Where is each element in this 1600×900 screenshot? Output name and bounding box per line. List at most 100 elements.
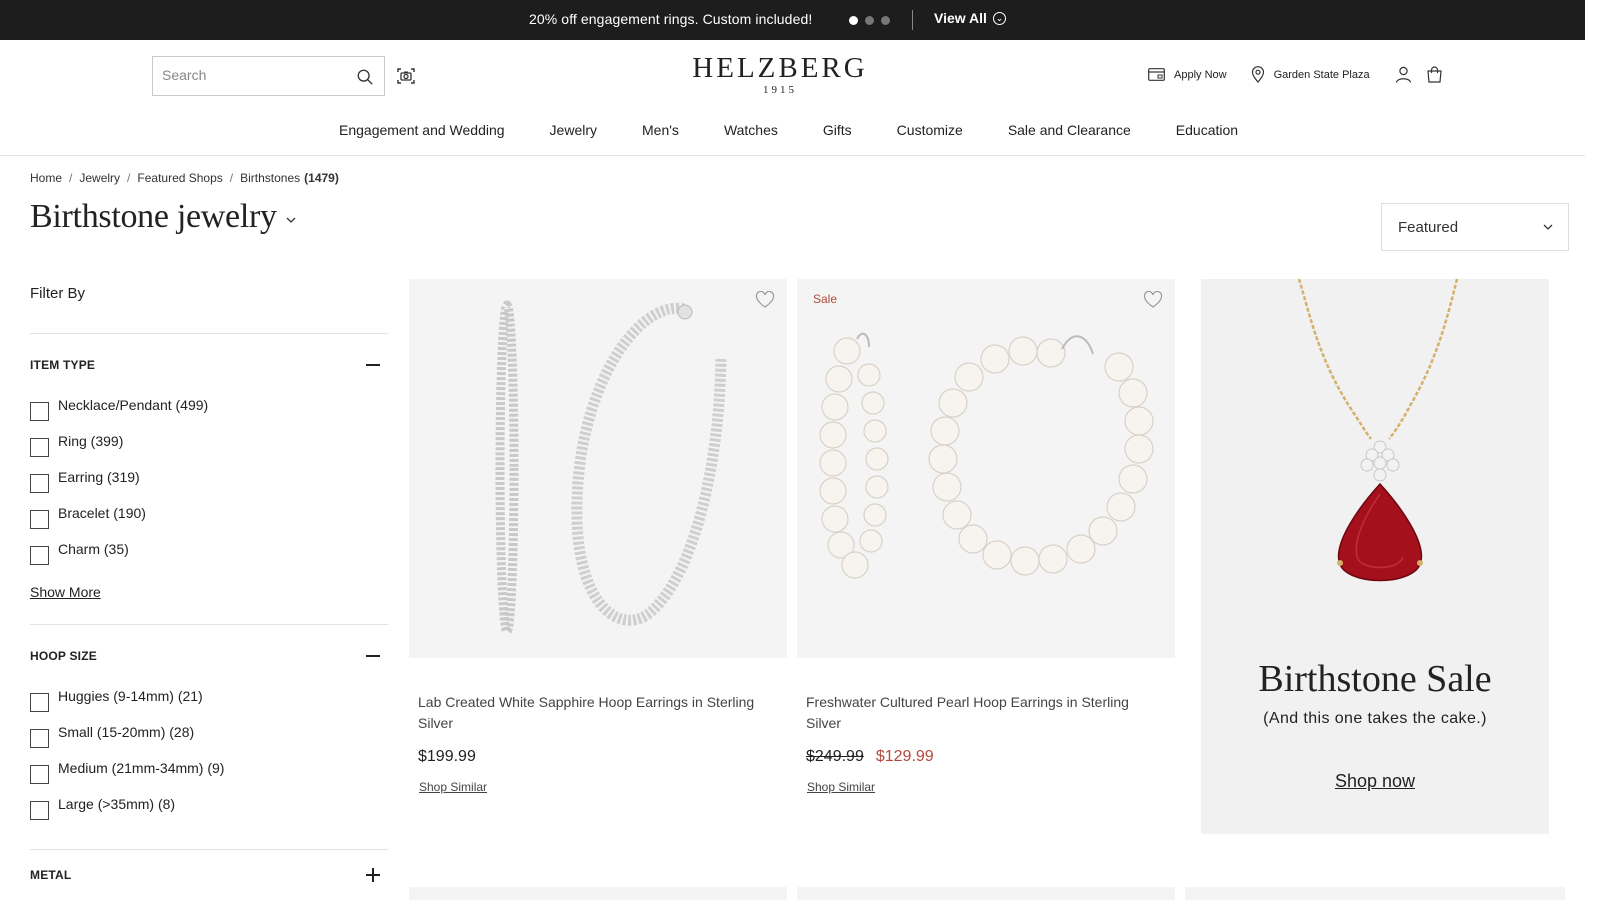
breadcrumb-featured-shops[interactable]: Featured Shops <box>137 171 222 185</box>
breadcrumb-current: Birthstones <box>240 171 301 185</box>
nav-item-watches[interactable]: Watches <box>724 122 778 138</box>
birthstone-sale-promo[interactable]: Birthstone Sale (And this one takes the … <box>1201 279 1549 834</box>
breadcrumb: Home / Jewelry / Featured Shops / Births… <box>30 171 339 185</box>
announcement-divider <box>912 10 913 30</box>
carousel-dot-3[interactable] <box>881 16 890 25</box>
filter-option-large[interactable]: Large (>35mm) (8) <box>30 796 388 835</box>
filter-option-small[interactable]: Small (15-20mm) (28) <box>30 724 388 763</box>
chevron-down-icon <box>286 217 296 223</box>
filter-header-hoop-size[interactable]: HOOP SIZE <box>30 625 388 687</box>
header-utility-links: Apply Now Garden State Plaza <box>1148 66 1443 83</box>
nav-item-gifts[interactable]: Gifts <box>823 122 852 138</box>
filter-option-charm[interactable]: Charm (35) <box>30 541 388 580</box>
visual-search-icon[interactable] <box>396 66 416 86</box>
heart-icon[interactable] <box>755 291 775 309</box>
checkbox[interactable] <box>30 546 49 565</box>
checkbox[interactable] <box>30 402 49 421</box>
filter-option-label: Bracelet (190) <box>58 505 146 521</box>
checkbox[interactable] <box>30 510 49 529</box>
product-price: $249.99 $129.99 <box>797 748 1175 766</box>
search-icon[interactable] <box>356 68 374 86</box>
checkbox[interactable] <box>30 693 49 712</box>
filter-option-necklace[interactable]: Necklace/Pendant (499) <box>30 397 388 436</box>
shop-now-link[interactable]: Shop now <box>1201 771 1549 792</box>
search-input[interactable] <box>153 57 343 93</box>
page-title-dropdown[interactable]: Birthstone jewelry <box>30 198 297 236</box>
shop-similar-link[interactable]: Shop Similar <box>419 780 487 794</box>
cart-icon[interactable] <box>1426 66 1443 83</box>
filter-option-earring[interactable]: Earring (319) <box>30 469 388 508</box>
announcement-bar: 20% off engagement rings. Custom include… <box>0 0 1585 40</box>
promo-subtitle: (And this one takes the cake.) <box>1263 710 1487 727</box>
filter-option-bracelet[interactable]: Bracelet (190) <box>30 505 388 544</box>
search-box <box>152 56 385 96</box>
filter-option-huggies[interactable]: Huggies (9-14mm) (21) <box>30 688 388 727</box>
product-image[interactable] <box>409 279 787 658</box>
filter-option-ring[interactable]: Ring (399) <box>30 433 388 472</box>
chevron-down-icon: ⌄ <box>992 11 1006 25</box>
view-all-button[interactable]: View All ⌄ <box>934 10 1006 26</box>
sort-dropdown[interactable]: Featured <box>1381 203 1569 251</box>
filter-sidebar: Filter By ITEM TYPE Necklace/Pendant (49… <box>30 285 388 900</box>
product-name[interactable]: Lab Created White Sapphire Hoop Earrings… <box>409 692 787 734</box>
nav-item-customize[interactable]: Customize <box>897 122 963 138</box>
price: $199.99 <box>418 748 476 765</box>
filter-option-label: Huggies (9-14mm) (21) <box>58 688 203 704</box>
nav-item-mens[interactable]: Men's <box>642 122 679 138</box>
logo-year: 1915 <box>763 84 797 96</box>
checkbox[interactable] <box>30 729 49 748</box>
checkbox[interactable] <box>30 801 49 820</box>
product-card-next-row[interactable] <box>409 887 787 900</box>
plus-icon <box>366 868 380 882</box>
original-price: $249.99 <box>806 748 864 765</box>
checkbox[interactable] <box>30 474 49 493</box>
location-pin-icon <box>1251 66 1264 83</box>
announcement-message[interactable]: 20% off engagement rings. Custom include… <box>529 11 812 27</box>
carousel-dot-1[interactable] <box>849 16 858 25</box>
filter-header-metal[interactable]: METAL <box>30 850 388 900</box>
filter-header-item-type[interactable]: ITEM TYPE <box>30 334 388 396</box>
carousel-dot-2[interactable] <box>865 16 874 25</box>
filter-option-medium[interactable]: Medium (21mm-34mm) (9) <box>30 760 388 799</box>
announcement-carousel-dots <box>849 16 890 25</box>
breadcrumb-separator: / <box>127 171 131 185</box>
checkbox[interactable] <box>30 438 49 457</box>
helzberg-logo[interactable]: HELZBERG 1915 <box>690 52 870 96</box>
product-card[interactable]: Lab Created White Sapphire Hoop Earrings… <box>409 279 787 796</box>
breadcrumb-separator: / <box>229 171 234 185</box>
product-card[interactable]: Sale Freshwater Cultured Pearl Hoop Earr… <box>797 279 1175 796</box>
product-card-next-row[interactable] <box>797 887 1175 900</box>
heart-icon[interactable] <box>1143 291 1163 309</box>
breadcrumb-home[interactable]: Home <box>30 171 62 185</box>
filter-option-label: Earring (319) <box>58 469 140 485</box>
sale-price: $129.99 <box>875 748 934 765</box>
shop-similar-link[interactable]: Shop Similar <box>807 780 875 794</box>
nav-item-jewelry[interactable]: Jewelry <box>550 122 597 138</box>
filter-option-label: Large (>35mm) (8) <box>58 796 176 812</box>
breadcrumb-jewelry[interactable]: Jewelry <box>79 171 120 185</box>
store-locator-link[interactable]: Garden State Plaza <box>1251 66 1370 83</box>
store-name: Garden State Plaza <box>1273 68 1370 81</box>
product-image[interactable]: Sale <box>797 279 1175 658</box>
show-more-link[interactable]: Show More <box>30 584 101 600</box>
filter-option-label: Charm (35) <box>58 541 129 557</box>
page-title: Birthstone jewelry <box>30 198 277 235</box>
nav-item-sale-clearance[interactable]: Sale and Clearance <box>1008 122 1131 138</box>
chevron-down-icon <box>1543 224 1553 230</box>
nav-item-engagement-wedding[interactable]: Engagement and Wedding <box>339 122 505 138</box>
checkbox[interactable] <box>30 765 49 784</box>
sale-badge: Sale <box>813 292 838 306</box>
filter-section-item-type: ITEM TYPE Necklace/Pendant (499) Ring (3… <box>30 333 388 624</box>
view-all-label: View All <box>934 10 987 26</box>
hoop-earrings-image <box>495 300 727 636</box>
ruby-pendant-image <box>1297 279 1459 582</box>
apply-now-link[interactable]: Apply Now <box>1148 68 1227 81</box>
filter-option-label: Necklace/Pendant (499) <box>58 397 209 413</box>
filter-options: Huggies (9-14mm) (21) Small (15-20mm) (2… <box>30 687 388 849</box>
account-icon[interactable] <box>1395 66 1412 83</box>
minus-icon <box>366 649 380 663</box>
product-name[interactable]: Freshwater Cultured Pearl Hoop Earrings … <box>797 692 1175 734</box>
product-card-next-row[interactable] <box>1185 887 1565 900</box>
apply-now-label: Apply Now <box>1174 68 1227 81</box>
nav-item-education[interactable]: Education <box>1176 122 1238 138</box>
